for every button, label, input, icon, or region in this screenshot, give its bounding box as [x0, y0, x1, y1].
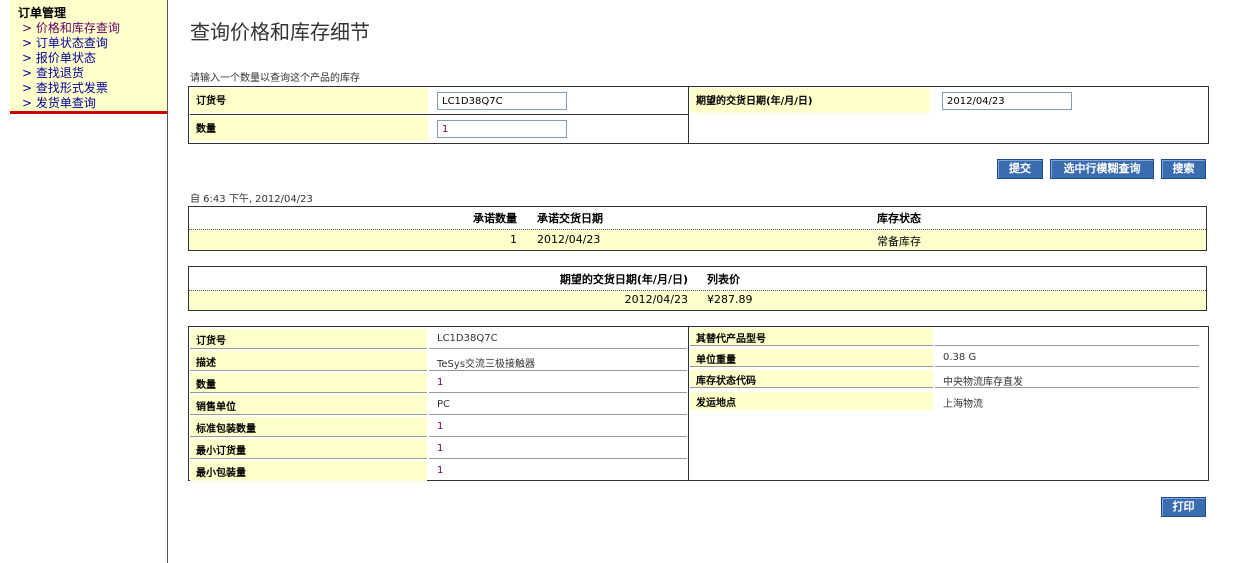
price-table: 期望的交货日期(年/月/日) 列表价 2012/04/23 ¥287.89 — [188, 266, 1207, 311]
timestamp: 自 6:43 下午, 2012/04/23 — [190, 194, 313, 205]
detail-label-description: 描述 — [190, 351, 427, 371]
product-details: 订货号 LC1D38Q7C 描述 TeSys交流三极接触器 数量 1 销售单位 … — [188, 326, 1209, 481]
stock-status-value: 常备库存 — [877, 235, 921, 248]
price-header-list-price: 列表价 — [707, 273, 740, 286]
stock-qty-value: 1 — [510, 233, 517, 246]
detail-value-std-pack-qty: 1 — [429, 417, 687, 437]
form-divider — [190, 114, 688, 115]
detail-value-description: TeSys交流三极接触器 — [429, 351, 687, 371]
detail-value-alternative — [935, 328, 1199, 346]
submit-button[interactable]: 提交 — [997, 159, 1043, 179]
quantity-input[interactable] — [437, 120, 567, 138]
stock-row-bg — [189, 230, 1206, 250]
sidebar: 订单管理 > 价格和库存查询 > 订单状态查询 > 报价单状态 > 查找退货 >… — [0, 0, 168, 563]
query-form: 订货号 数量 期望的交货日期(年/月/日) — [188, 86, 1209, 144]
detail-value-min-order-qty: 1 — [429, 439, 687, 459]
stock-header-status: 库存状态 — [877, 212, 921, 225]
instruction-text: 请输入一个数量以查询这个产品的库存 — [190, 73, 360, 84]
search-button[interactable]: 搜索 — [1161, 159, 1206, 179]
stock-header-date: 承诺交货日期 — [537, 212, 603, 225]
detail-value-unit-weight: 0.38 G — [935, 349, 1199, 367]
detail-label-alternative: 其替代产品型号 — [690, 328, 933, 346]
detail-label-sales-unit: 销售单位 — [190, 395, 427, 415]
delivery-date-input[interactable] — [942, 92, 1072, 110]
stock-table: 承诺数量 承诺交货日期 库存状态 1 2012/04/23 常备库存 — [188, 206, 1207, 251]
nav-item-delivery-note[interactable]: > 发货单查询 — [22, 94, 96, 111]
detail-label-quantity: 数量 — [190, 373, 427, 393]
detail-label-order-no: 订货号 — [190, 329, 427, 349]
stock-date-value: 2012/04/23 — [537, 233, 601, 246]
order-no-input[interactable] — [437, 92, 567, 110]
print-button[interactable]: 打印 — [1161, 497, 1206, 517]
delivery-date-label: 期望的交货日期(年/月/日) — [690, 88, 930, 113]
order-management-nav: 订单管理 > 价格和库存查询 > 订单状态查询 > 报价单状态 > 查找退货 >… — [10, 0, 167, 114]
page-title: 查询价格和库存细节 — [190, 20, 370, 44]
detail-value-min-pack-qty: 1 — [437, 465, 444, 476]
detail-label-ship-location: 发运地点 — [690, 392, 933, 410]
detail-label-std-pack-qty: 标准包装数量 — [190, 417, 427, 437]
order-no-label: 订货号 — [190, 88, 428, 113]
price-list-value: ¥287.89 — [707, 293, 753, 306]
detail-label-min-pack-qty: 最小包装量 — [190, 461, 427, 481]
stock-header-qty: 承诺数量 — [473, 212, 517, 225]
form-vertical-divider — [688, 87, 689, 143]
fuzzy-query-button[interactable]: 选中行模糊查询 — [1050, 159, 1154, 179]
quantity-label: 数量 — [190, 116, 428, 141]
details-vertical-divider — [688, 327, 689, 480]
detail-value-quantity: 1 — [429, 373, 687, 393]
detail-label-min-order-qty: 最小订货量 — [190, 439, 427, 459]
price-date-value: 2012/04/23 — [624, 293, 688, 306]
detail-value-stock-code: 中央物流库存直发 — [935, 370, 1199, 388]
detail-value-order-no: LC1D38Q7C — [429, 329, 687, 349]
price-header-date: 期望的交货日期(年/月/日) — [559, 273, 688, 286]
detail-label-unit-weight: 单位重量 — [690, 349, 933, 367]
detail-value-sales-unit: PC — [429, 395, 687, 415]
detail-value-ship-location: 上海物流 — [943, 399, 983, 410]
price-row-bg — [189, 291, 1206, 310]
detail-label-stock-code: 库存状态代码 — [690, 370, 933, 388]
